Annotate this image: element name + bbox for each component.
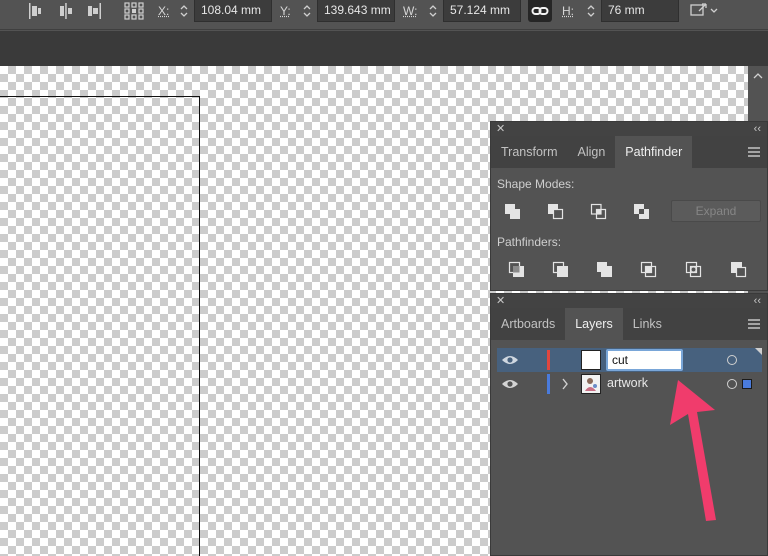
- layer-color-bar: [547, 350, 550, 370]
- artboard[interactable]: [0, 96, 200, 556]
- visibility-eye-icon[interactable]: [501, 377, 519, 391]
- link-icon: [531, 7, 549, 15]
- tab-pathfinder[interactable]: Pathfinder: [615, 136, 693, 168]
- w-label: W:: [403, 4, 418, 18]
- trim-icon[interactable]: [551, 260, 571, 280]
- document-tab-strip: [0, 31, 768, 66]
- align-center-icon[interactable]: [56, 0, 76, 22]
- collapse-icon[interactable]: ‹‹: [754, 294, 761, 308]
- minus-front-icon[interactable]: [546, 202, 566, 222]
- align-right-icon[interactable]: [84, 0, 104, 22]
- shape-modes-label: Shape Modes:: [497, 177, 575, 191]
- collapse-icon[interactable]: ‹‹: [754, 122, 761, 136]
- x-field[interactable]: 108.04 mm: [194, 0, 272, 22]
- transform-options-icon[interactable]: [688, 0, 722, 22]
- close-icon[interactable]: ✕: [496, 294, 505, 308]
- divide-icon[interactable]: [507, 260, 527, 280]
- layer-name: artwork: [607, 376, 648, 390]
- selection-corner-indicator: [755, 348, 762, 355]
- layers-tabs: Artboards Layers Links: [491, 308, 767, 340]
- intersect-icon[interactable]: [589, 202, 609, 222]
- pathfinder-panel: ✕ ‹‹ Transform Align Pathfinder Shape Mo…: [490, 121, 768, 291]
- unite-icon[interactable]: [503, 202, 523, 222]
- crop-icon[interactable]: [639, 260, 659, 280]
- y-label: Y:: [280, 4, 291, 18]
- illustrator-window: X: 108.04 mm Y: 139.643 mm W: 57.124 mm …: [0, 0, 768, 556]
- w-field[interactable]: 57.124 mm: [443, 0, 521, 22]
- tab-align[interactable]: Align: [568, 136, 616, 168]
- outline-icon[interactable]: [684, 260, 704, 280]
- chevron-right-icon[interactable]: [561, 377, 569, 391]
- visibility-eye-icon[interactable]: [501, 353, 519, 367]
- target-circle-icon[interactable]: [727, 379, 737, 389]
- layer-name-input[interactable]: [606, 349, 683, 371]
- h-label: H:: [562, 4, 574, 18]
- close-icon[interactable]: ✕: [496, 122, 505, 136]
- expand-button[interactable]: Expand: [671, 200, 761, 222]
- layers-panel: ✕ ‹‹ Artboards Layers Links artwork: [490, 293, 768, 556]
- h-field[interactable]: 76 mm: [601, 0, 679, 22]
- selected-art-indicator[interactable]: [742, 379, 752, 389]
- layer-color-bar: [547, 374, 550, 394]
- scroll-up-icon: [753, 73, 763, 79]
- pathfinder-tabs: Transform Align Pathfinder: [491, 136, 767, 168]
- control-bar: X: 108.04 mm Y: 139.643 mm W: 57.124 mm …: [0, 0, 768, 30]
- constrain-proportions-button[interactable]: [528, 0, 552, 22]
- x-label: X:: [158, 4, 170, 18]
- layer-thumbnail: [581, 374, 601, 394]
- reference-point-icon[interactable]: [122, 0, 146, 22]
- target-circle-icon[interactable]: [727, 355, 737, 365]
- merge-icon[interactable]: [595, 260, 615, 280]
- y-field[interactable]: 139.643 mm: [317, 0, 395, 22]
- panel-menu-icon[interactable]: [747, 146, 761, 158]
- panel-titlebar: ✕ ‹‹: [491, 294, 767, 308]
- tab-layers[interactable]: Layers: [565, 308, 623, 340]
- align-left-icon[interactable]: [26, 0, 46, 22]
- minus-back-icon[interactable]: [729, 260, 749, 280]
- x-stepper[interactable]: [176, 0, 192, 22]
- w-stepper[interactable]: [425, 0, 441, 22]
- h-stepper[interactable]: [583, 0, 599, 22]
- tab-links[interactable]: Links: [623, 308, 672, 340]
- tab-artboards[interactable]: Artboards: [491, 308, 565, 340]
- panel-titlebar: ✕ ‹‹: [491, 122, 767, 136]
- layer-row-artwork[interactable]: artwork: [497, 372, 762, 396]
- exclude-icon[interactable]: [632, 202, 652, 222]
- layer-thumbnail: [581, 350, 601, 370]
- tab-transform[interactable]: Transform: [491, 136, 568, 168]
- pathfinders-label: Pathfinders:: [497, 235, 562, 249]
- panel-menu-icon[interactable]: [747, 318, 761, 330]
- y-stepper[interactable]: [299, 0, 315, 22]
- layer-row-cut[interactable]: [497, 348, 762, 372]
